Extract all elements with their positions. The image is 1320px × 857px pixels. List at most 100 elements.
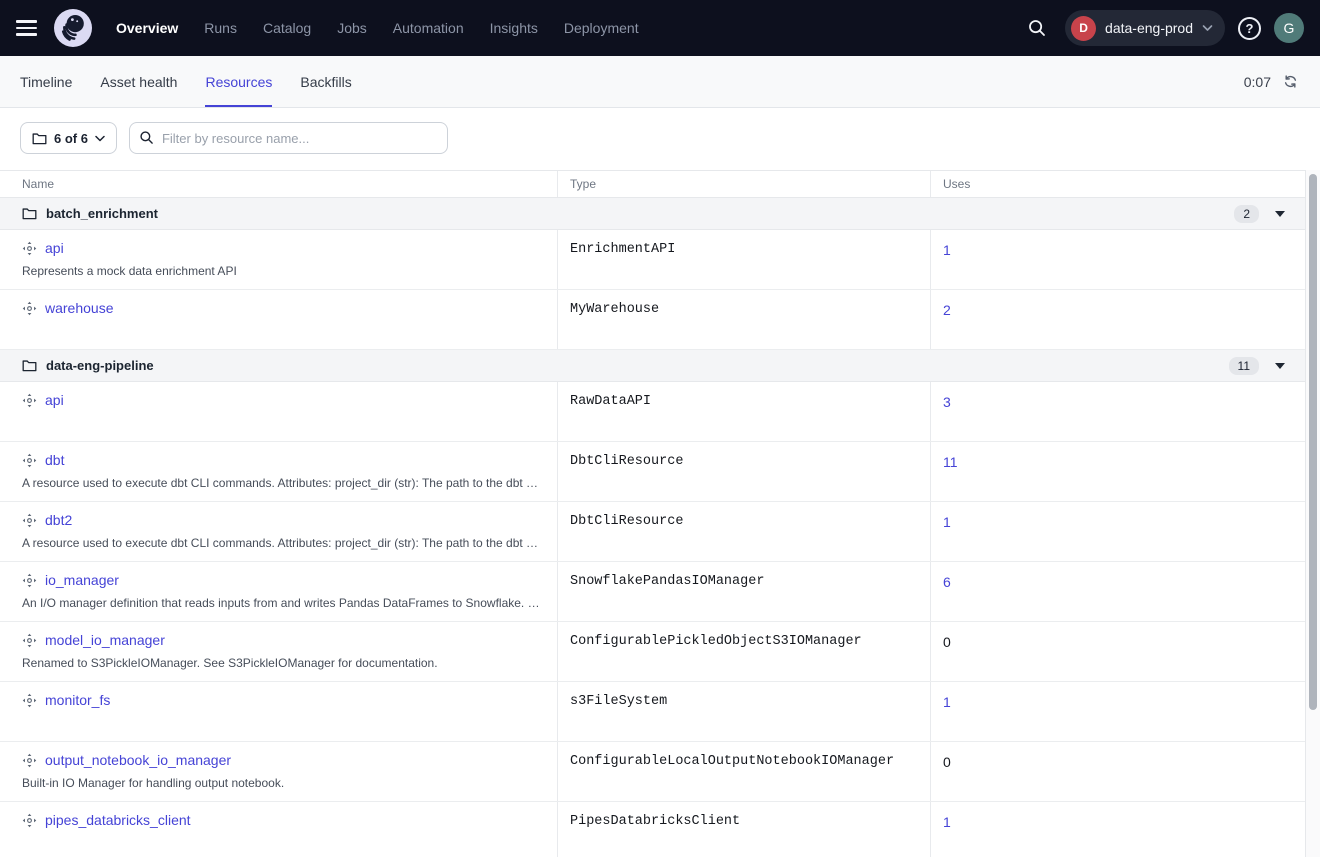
nav-item-deployment[interactable]: Deployment xyxy=(564,20,639,36)
collapse-caret-icon[interactable] xyxy=(1275,211,1285,217)
resource-description: A resource used to execute dbt CLI comma… xyxy=(22,536,543,550)
refresh-timer: 0:07 xyxy=(1244,74,1271,90)
resource-type: DbtCliResource xyxy=(557,442,930,501)
filter-row: 6 of 6 xyxy=(0,108,1320,170)
resource-description: Represents a mock data enrichment API xyxy=(22,264,543,278)
primary-nav-links: Overview Runs Catalog Jobs Automation In… xyxy=(116,20,639,36)
resource-uses-count[interactable]: 2 xyxy=(943,302,951,318)
deployment-name: data-eng-prod xyxy=(1105,20,1193,36)
resource-row: output_notebook_io_manager Built-in IO M… xyxy=(0,742,1305,802)
resource-icon xyxy=(22,241,37,256)
resource-type: DbtCliResource xyxy=(557,502,930,561)
resource-description: A resource used to execute dbt CLI comma… xyxy=(22,476,543,490)
resource-icon xyxy=(22,393,37,408)
resource-uses-count[interactable]: 3 xyxy=(943,394,951,410)
resource-uses-count[interactable]: 1 xyxy=(943,514,951,530)
refresh-icon[interactable] xyxy=(1280,72,1300,92)
user-avatar[interactable]: G xyxy=(1274,13,1304,43)
group-count-badge: 11 xyxy=(1229,357,1259,375)
column-header-uses: Uses xyxy=(930,171,1305,197)
resource-filter-input[interactable] xyxy=(129,122,448,154)
nav-item-jobs[interactable]: Jobs xyxy=(337,20,367,36)
resource-icon xyxy=(22,453,37,468)
resource-uses-count: 0 xyxy=(943,754,951,770)
chevron-down-icon xyxy=(1202,24,1213,32)
tab-timeline[interactable]: Timeline xyxy=(20,56,72,107)
resource-name-link[interactable]: api xyxy=(45,240,64,256)
resource-uses-count[interactable]: 1 xyxy=(943,242,951,258)
resource-row: model_io_manager Renamed to S3PickleIOMa… xyxy=(0,622,1305,682)
resource-description: Renamed to S3PickleIOManager. See S3Pick… xyxy=(22,656,543,670)
nav-item-insights[interactable]: Insights xyxy=(490,20,538,36)
collapse-caret-icon[interactable] xyxy=(1275,363,1285,369)
resource-uses-count[interactable]: 11 xyxy=(943,454,958,470)
dagster-logo[interactable] xyxy=(54,9,92,47)
nav-item-catalog[interactable]: Catalog xyxy=(263,20,311,36)
resource-row: pipes_databricks_client PipesDatabricksC… xyxy=(0,802,1305,857)
resource-row: dbt2 A resource used to execute dbt CLI … xyxy=(0,502,1305,562)
resource-type: MyWarehouse xyxy=(557,290,930,349)
group-count-badge: 2 xyxy=(1234,205,1259,223)
resource-table-body: batch_enrichment 2 api Represents a mock… xyxy=(0,198,1305,857)
resource-name-link[interactable]: io_manager xyxy=(45,572,119,588)
resource-row: io_manager An I/O manager definition tha… xyxy=(0,562,1305,622)
deployment-initial-badge: D xyxy=(1071,16,1096,41)
resource-type: RawDataAPI xyxy=(557,382,930,441)
resource-type: PipesDatabricksClient xyxy=(557,802,930,857)
resource-uses-count[interactable]: 1 xyxy=(943,814,951,830)
resource-icon xyxy=(22,753,37,768)
tab-asset-health[interactable]: Asset health xyxy=(100,56,177,107)
resource-name-link[interactable]: output_notebook_io_manager xyxy=(45,752,231,768)
resource-type: ConfigurableLocalOutputNotebookIOManager xyxy=(557,742,930,801)
resource-name-link[interactable]: warehouse xyxy=(45,300,114,316)
help-icon[interactable]: ? xyxy=(1238,17,1261,40)
overview-tab-bar: Timeline Asset health Resources Backfill… xyxy=(0,56,1320,108)
resource-name-link[interactable]: monitor_fs xyxy=(45,692,110,708)
resource-name-link[interactable]: dbt2 xyxy=(45,512,72,528)
vertical-scrollbar[interactable] xyxy=(1305,170,1320,857)
table-header: Name Type Uses xyxy=(0,170,1305,198)
resource-description: An I/O manager definition that reads inp… xyxy=(22,596,543,610)
group-name: batch_enrichment xyxy=(46,206,158,221)
resource-description: Built-in IO Manager for handling output … xyxy=(22,776,543,790)
resource-icon xyxy=(22,633,37,648)
nav-item-overview[interactable]: Overview xyxy=(116,20,178,36)
resource-icon xyxy=(22,813,37,828)
resource-type: ConfigurablePickledObjectS3IOManager xyxy=(557,622,930,681)
resources-table-wrap: Name Type Uses batch_enrichment 2 api xyxy=(0,170,1320,857)
deployment-switcher[interactable]: D data-eng-prod xyxy=(1065,10,1225,46)
group-name: data-eng-pipeline xyxy=(46,358,154,373)
resource-row: dbt A resource used to execute dbt CLI c… xyxy=(0,442,1305,502)
resource-icon xyxy=(22,573,37,588)
resource-name-link[interactable]: model_io_manager xyxy=(45,632,165,648)
column-header-type: Type xyxy=(557,171,930,197)
resource-search xyxy=(129,122,448,154)
resource-icon xyxy=(22,301,37,316)
tab-backfills[interactable]: Backfills xyxy=(300,56,351,107)
scrollbar-thumb[interactable] xyxy=(1309,174,1317,710)
search-icon[interactable] xyxy=(1022,13,1052,43)
tab-resources[interactable]: Resources xyxy=(205,56,272,107)
column-header-name: Name xyxy=(0,171,557,197)
folder-icon xyxy=(22,359,37,372)
nav-right-cluster: D data-eng-prod ? G xyxy=(1022,10,1304,46)
chevron-down-icon xyxy=(95,135,105,142)
resource-row: api Represents a mock data enrichment AP… xyxy=(0,230,1305,290)
resource-type: s3FileSystem xyxy=(557,682,930,741)
code-location-filter-button[interactable]: 6 of 6 xyxy=(20,122,117,154)
search-icon xyxy=(139,130,154,145)
nav-item-runs[interactable]: Runs xyxy=(204,20,237,36)
resource-uses-count[interactable]: 1 xyxy=(943,694,951,710)
resource-row: monitor_fs s3FileSystem 1 xyxy=(0,682,1305,742)
resource-icon xyxy=(22,513,37,528)
hamburger-menu-icon[interactable] xyxy=(16,14,44,42)
resource-name-link[interactable]: pipes_databricks_client xyxy=(45,812,191,828)
resource-icon xyxy=(22,693,37,708)
resource-name-link[interactable]: dbt xyxy=(45,452,64,468)
code-location-group-row: data-eng-pipeline 11 xyxy=(0,350,1305,382)
nav-item-automation[interactable]: Automation xyxy=(393,20,464,36)
resource-uses-count[interactable]: 6 xyxy=(943,574,951,590)
resource-uses-count: 0 xyxy=(943,634,951,650)
resource-name-link[interactable]: api xyxy=(45,392,64,408)
resource-type: EnrichmentAPI xyxy=(557,230,930,289)
